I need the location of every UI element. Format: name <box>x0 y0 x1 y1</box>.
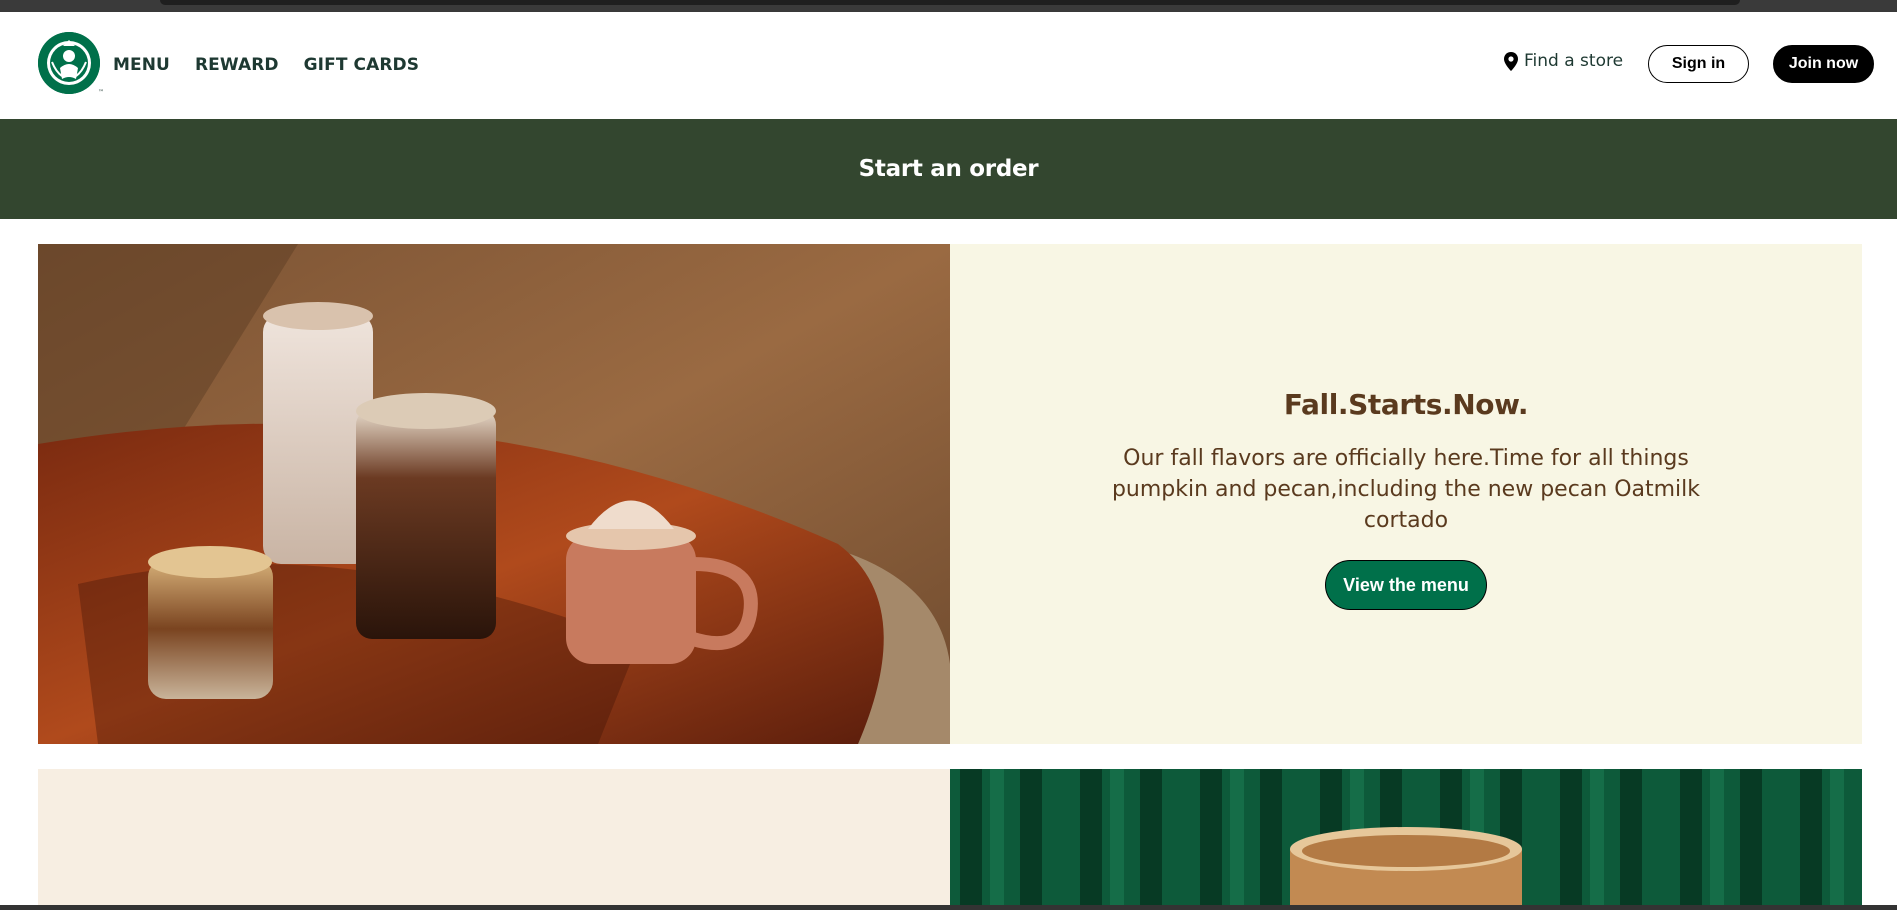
hero-body: Our fall flavors are officially here.Tim… <box>1111 446 1701 533</box>
sign-in-button[interactable]: Sign in <box>1648 45 1749 83</box>
main-nav: MENU REWARD GIFT CARDS <box>113 55 419 75</box>
join-now-button[interactable]: Join now <box>1773 45 1874 83</box>
nav-reward[interactable]: REWARD <box>195 55 279 75</box>
start-order-bar[interactable]: Start an order <box>0 119 1897 219</box>
hero-image <box>38 244 950 744</box>
view-menu-button[interactable]: View the menu <box>1325 560 1487 610</box>
browser-top-bar <box>160 0 1740 5</box>
nav-gift-cards[interactable]: GIFT CARDS <box>304 55 419 75</box>
nav-menu[interactable]: MENU <box>113 55 170 75</box>
starbucks-logo-icon[interactable]: ™ <box>38 32 104 96</box>
map-pin-icon <box>1504 51 1518 71</box>
find-store-label: Find a store <box>1524 51 1624 71</box>
hero-title: Fall.Starts.Now. <box>1283 388 1529 421</box>
second-panel-left <box>38 769 950 910</box>
browser-top-strip <box>0 0 1897 12</box>
second-panel-image <box>950 769 1862 910</box>
start-order-label: Start an order <box>858 156 1039 182</box>
find-store-link[interactable]: Find a store <box>1504 51 1623 71</box>
hero-copy-panel: Fall.Starts.Now. Our fall flavors are of… <box>950 244 1862 744</box>
site-header: ™ MENU REWARD GIFT CARDS Find a store Si… <box>0 12 1897 119</box>
browser-bottom-edge <box>0 905 1897 910</box>
